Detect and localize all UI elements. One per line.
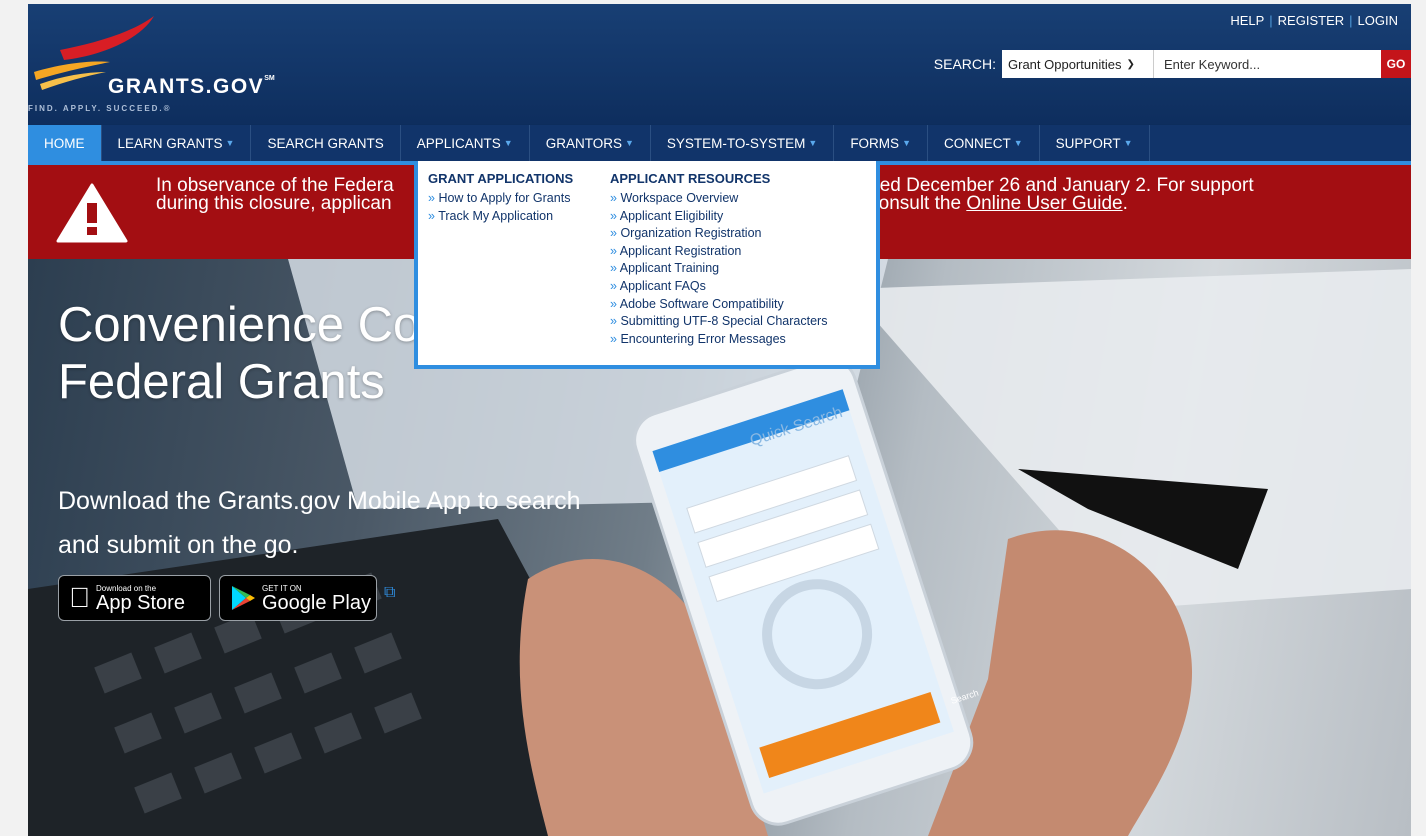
app-store-badge[interactable]:  Download on the App Store [58, 575, 211, 621]
nav-system-to-system[interactable]: SYSTEM-TO-SYSTEM ▼ [651, 125, 835, 161]
grants-gov-logo[interactable]: GRANTS.GOVSM FIND. APPLY. SUCCEED.® [28, 14, 348, 119]
main-nav: HOME LEARN GRANTS ▼ SEARCH GRANTS APPLICA… [28, 125, 1411, 165]
workspace-overview-link[interactable]: Workspace Overview [610, 190, 827, 208]
google-play-text: GET IT ON Google Play [262, 583, 371, 614]
adobe-compatibility-link[interactable]: Adobe Software Compatibility [610, 296, 827, 314]
logo-name: GRANTS.GOVSM [108, 75, 275, 98]
caret-down-icon: ▼ [503, 138, 513, 148]
app-store-text: Download on the App Store [75, 583, 185, 614]
google-play-badge[interactable]: GET IT ON Google Play [219, 575, 377, 621]
search-label: SEARCH: [933, 56, 996, 72]
utf8-special-characters-link[interactable]: Submitting UTF-8 Special Characters [610, 313, 827, 331]
google-play-icon [232, 586, 255, 610]
site-header: GRANTS.GOVSM FIND. APPLY. SUCCEED.® HELP… [28, 4, 1411, 124]
applicant-training-link[interactable]: Applicant Training [610, 260, 827, 278]
nav-support[interactable]: SUPPORT ▼ [1040, 125, 1150, 161]
grant-applications-column: GRANT APPLICATIONS How to Apply for Gran… [428, 171, 573, 225]
warning-icon [56, 183, 128, 243]
caret-down-icon: ▼ [624, 138, 634, 148]
applicant-resources-heading: APPLICANT RESOURCES [610, 171, 771, 186]
applicant-resources-column: APPLICANT RESOURCES Workspace Overview A… [610, 171, 827, 348]
caret-down-icon: ▼ [808, 138, 818, 148]
external-link-icon[interactable]: ⧉ [384, 584, 395, 602]
top-links: HELP | REGISTER | LOGIN [1225, 13, 1403, 28]
chevron-down-icon: ❯ [1126, 58, 1135, 70]
apple-icon:  [69, 582, 90, 614]
nav-grantors[interactable]: GRANTORS ▼ [530, 125, 651, 161]
page: GRANTS.GOVSM FIND. APPLY. SUCCEED.® HELP… [28, 4, 1411, 836]
applicants-dropdown-menu: GRANT APPLICATIONS How to Apply for Gran… [414, 161, 880, 369]
nav-search-grants[interactable]: SEARCH GRANTS [251, 125, 401, 161]
error-messages-link[interactable]: Encountering Error Messages [610, 331, 827, 349]
nav-home[interactable]: HOME [28, 125, 102, 161]
nav-forms[interactable]: FORMS ▼ [834, 125, 928, 161]
grant-applications-heading: GRANT APPLICATIONS [428, 171, 574, 186]
search-select-value: Grant Opportunities [1008, 56, 1122, 72]
register-link[interactable]: REGISTER [1273, 13, 1349, 28]
how-to-apply-link[interactable]: How to Apply for Grants [428, 190, 573, 208]
caret-down-icon: ▼ [902, 138, 911, 148]
caret-down-icon: ▼ [1013, 138, 1023, 148]
caret-down-icon: ▼ [225, 138, 235, 148]
nav-connect[interactable]: CONNECT ▼ [928, 125, 1040, 161]
hero-subtitle: Download the Grants.gov Mobile App to se… [58, 487, 581, 559]
search-type-select[interactable]: Grant Opportunities ❯ [1002, 50, 1154, 78]
online-user-guide-link[interactable]: Online User Guide [966, 193, 1122, 214]
search-input[interactable]: Enter Keyword... [1154, 50, 1381, 78]
organization-registration-link[interactable]: Organization Registration [610, 225, 827, 243]
login-link[interactable]: LOGIN [1353, 13, 1403, 28]
applicant-eligibility-link[interactable]: Applicant Eligibility [610, 208, 827, 226]
caret-down-icon: ▼ [1123, 138, 1133, 148]
track-my-application-link[interactable]: Track My Application [428, 208, 573, 226]
nav-applicants[interactable]: APPLICANTS ▼ [401, 125, 530, 161]
logo-tagline: FIND. APPLY. SUCCEED.® [28, 104, 172, 113]
help-link[interactable]: HELP [1225, 13, 1269, 28]
nav-learn-grants[interactable]: LEARN GRANTS ▼ [102, 125, 252, 161]
search-go-button[interactable]: GO [1381, 50, 1411, 78]
applicant-registration-link[interactable]: Applicant Registration [610, 243, 827, 261]
applicant-faqs-link[interactable]: Applicant FAQs [610, 278, 827, 296]
site-search: SEARCH: Grant Opportunities ❯ Enter Keyw… [934, 50, 1411, 78]
